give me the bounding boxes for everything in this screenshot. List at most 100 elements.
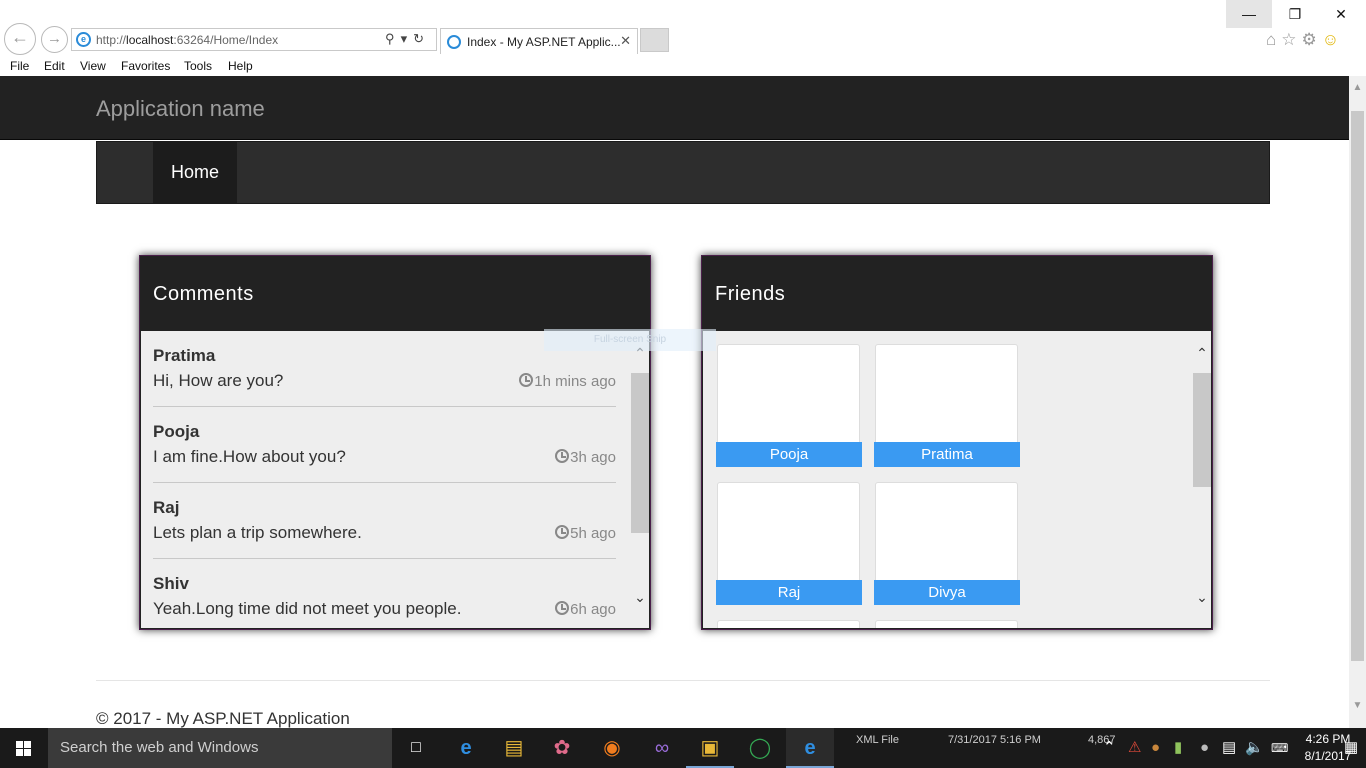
clock-icon: [519, 373, 534, 387]
address-url[interactable]: http://localhost:63264/Home/Index: [96, 33, 278, 47]
start-button[interactable]: [0, 728, 48, 768]
forward-arrow-icon[interactable]: →: [41, 26, 68, 53]
gear-icon[interactable]: ⚙: [1302, 30, 1322, 49]
comment-author: Pooja: [153, 422, 200, 441]
comments-panel: Comments Pratima Hi, How are you? 1h min…: [139, 255, 651, 630]
clock-icon: [555, 601, 570, 615]
menu-edit[interactable]: Edit: [44, 59, 65, 73]
ie-tab-icon: [447, 35, 461, 49]
app-tray-icon[interactable]: ●: [1151, 728, 1160, 768]
new-tab-button[interactable]: [640, 28, 669, 52]
search-icon[interactable]: ⚲: [385, 31, 401, 46]
document-app-icon[interactable]: ▣: [686, 728, 734, 768]
dropdown-icon[interactable]: ▾: [401, 31, 414, 46]
friend-card[interactable]: Pratima: [874, 344, 1020, 469]
comment-text: Yeah.Long time did not meet you people.: [153, 599, 462, 618]
close-window-icon[interactable]: ✕: [1318, 0, 1364, 28]
visual-studio-icon[interactable]: ∞: [638, 728, 686, 768]
ie-page-icon: e: [76, 32, 91, 47]
restore-icon[interactable]: ❐: [1272, 0, 1318, 28]
friend-card[interactable]: Divya: [874, 482, 1020, 607]
comment-item: Raj Lets plan a trip somewhere. 5h ago: [153, 483, 616, 559]
close-tab-icon[interactable]: ✕: [620, 33, 631, 49]
chrome-icon[interactable]: ◯: [736, 728, 784, 768]
url-scheme: http://: [96, 33, 127, 47]
menu-favorites[interactable]: Favorites: [121, 59, 170, 73]
file-explorer-icon[interactable]: ▤: [490, 728, 538, 768]
comments-scrollbar[interactable]: ⌃ ⌄: [630, 331, 649, 628]
menu-view[interactable]: View: [80, 59, 106, 73]
comments-title: Comments: [153, 283, 254, 305]
friend-card[interactable]: Raj: [716, 482, 862, 607]
chevron-up-icon[interactable]: ⌃: [1192, 345, 1211, 369]
show-hidden-icons-icon[interactable]: ⌃: [1103, 728, 1116, 768]
edge-icon[interactable]: e: [442, 728, 490, 768]
comment-time-text: 3h ago: [570, 449, 616, 466]
comment-author: Raj: [153, 498, 180, 517]
menu-tools[interactable]: Tools: [184, 59, 212, 73]
footer-text: © 2017 - My ASP.NET Application: [96, 709, 350, 728]
minimize-icon[interactable]: —: [1226, 0, 1272, 28]
feedback-smiley-icon[interactable]: ☺: [1322, 30, 1344, 49]
web-page: Application name Home Comments Pratima H…: [0, 76, 1349, 728]
friend-card-partial[interactable]: [874, 620, 1020, 628]
action-center-icon[interactable]: ▦: [1344, 728, 1358, 768]
firefox-icon[interactable]: ◉: [588, 728, 636, 768]
friend-name: Pooja: [716, 442, 862, 467]
tray-status-icon[interactable]: ▮: [1174, 728, 1182, 768]
refresh-icon[interactable]: ↻: [413, 31, 430, 46]
url-path: :63264/Home/Index: [173, 33, 279, 47]
friends-scrollbar[interactable]: ⌃ ⌄: [1192, 331, 1211, 628]
comment-time-text: 5h ago: [570, 525, 616, 542]
comment-time: 5h ago: [555, 524, 616, 542]
friend-photo: [717, 482, 860, 592]
home-icon[interactable]: ⌂: [1266, 30, 1281, 49]
page-scrollbar[interactable]: ▲ ▼: [1349, 76, 1366, 728]
menu-bar: File Edit View Favorites Tools Help: [0, 56, 1366, 76]
comment-time: 3h ago: [555, 448, 616, 466]
friends-scroll-thumb[interactable]: [1193, 373, 1211, 487]
clock-icon: [555, 525, 570, 539]
network-icon[interactable]: ▤: [1222, 728, 1236, 768]
address-bar-icons: ⚲▾↻: [385, 31, 430, 47]
tab-title: Index - My ASP.NET Applic...: [467, 35, 621, 49]
friend-card[interactable]: Pooja: [716, 344, 862, 469]
windows-taskbar: Search the web and Windows □ e ▤ ✿ ◉ ∞ ▣…: [0, 728, 1366, 768]
alert-icon[interactable]: ⚠: [1128, 728, 1141, 768]
input-language-icon[interactable]: ⌨: [1271, 728, 1288, 768]
back-arrow-icon[interactable]: ←: [4, 23, 36, 55]
taskbar-search[interactable]: Search the web and Windows: [48, 728, 392, 768]
top-navbar: Application name: [0, 76, 1349, 140]
comments-scroll-thumb[interactable]: [631, 373, 649, 533]
brand-link[interactable]: Application name: [96, 96, 265, 122]
address-bar[interactable]: e http://localhost:63264/Home/Index ⚲▾↻: [71, 28, 437, 51]
chevron-down-icon[interactable]: ⌄: [630, 589, 649, 613]
friend-name: Divya: [874, 580, 1020, 605]
comment-time: 1h mins ago: [519, 372, 616, 390]
chevron-down-icon[interactable]: ⌄: [1192, 589, 1211, 613]
friend-card-partial[interactable]: [716, 620, 862, 628]
friend-photo: [875, 620, 1018, 628]
nav-home-link[interactable]: Home: [153, 142, 237, 203]
scroll-up-icon[interactable]: ▲: [1349, 82, 1366, 93]
favorites-star-icon[interactable]: ☆: [1281, 30, 1301, 49]
comments-list: Pratima Hi, How are you? 1h mins ago Poo…: [141, 331, 649, 628]
internet-explorer-icon[interactable]: e: [786, 728, 834, 768]
menu-file[interactable]: File: [10, 59, 29, 73]
volume-icon[interactable]: 🔈: [1245, 728, 1264, 768]
tray-globe-icon[interactable]: ●: [1200, 728, 1209, 768]
comment-text: Hi, How are you?: [153, 371, 284, 390]
friends-grid: Pooja Pratima Raj Divya ⌃ ⌄: [703, 331, 1211, 628]
scroll-down-icon[interactable]: ▼: [1349, 700, 1366, 711]
friend-name: Pratima: [874, 442, 1020, 467]
menu-help[interactable]: Help: [228, 59, 253, 73]
comment-time-text: 1h mins ago: [534, 373, 616, 390]
friend-photo: [875, 482, 1018, 592]
snip-overlay: Full-screen Snip: [544, 329, 716, 351]
paint-icon[interactable]: ✿: [538, 728, 586, 768]
task-view-icon[interactable]: □: [392, 728, 440, 768]
browser-tab[interactable]: Index - My ASP.NET Applic... ✕: [440, 28, 638, 54]
comment-text: Lets plan a trip somewhere.: [153, 523, 362, 542]
page-scroll-thumb[interactable]: [1351, 111, 1364, 661]
friends-panel: Friends Pooja Pratima Raj Divya ⌃ ⌄: [701, 255, 1213, 630]
